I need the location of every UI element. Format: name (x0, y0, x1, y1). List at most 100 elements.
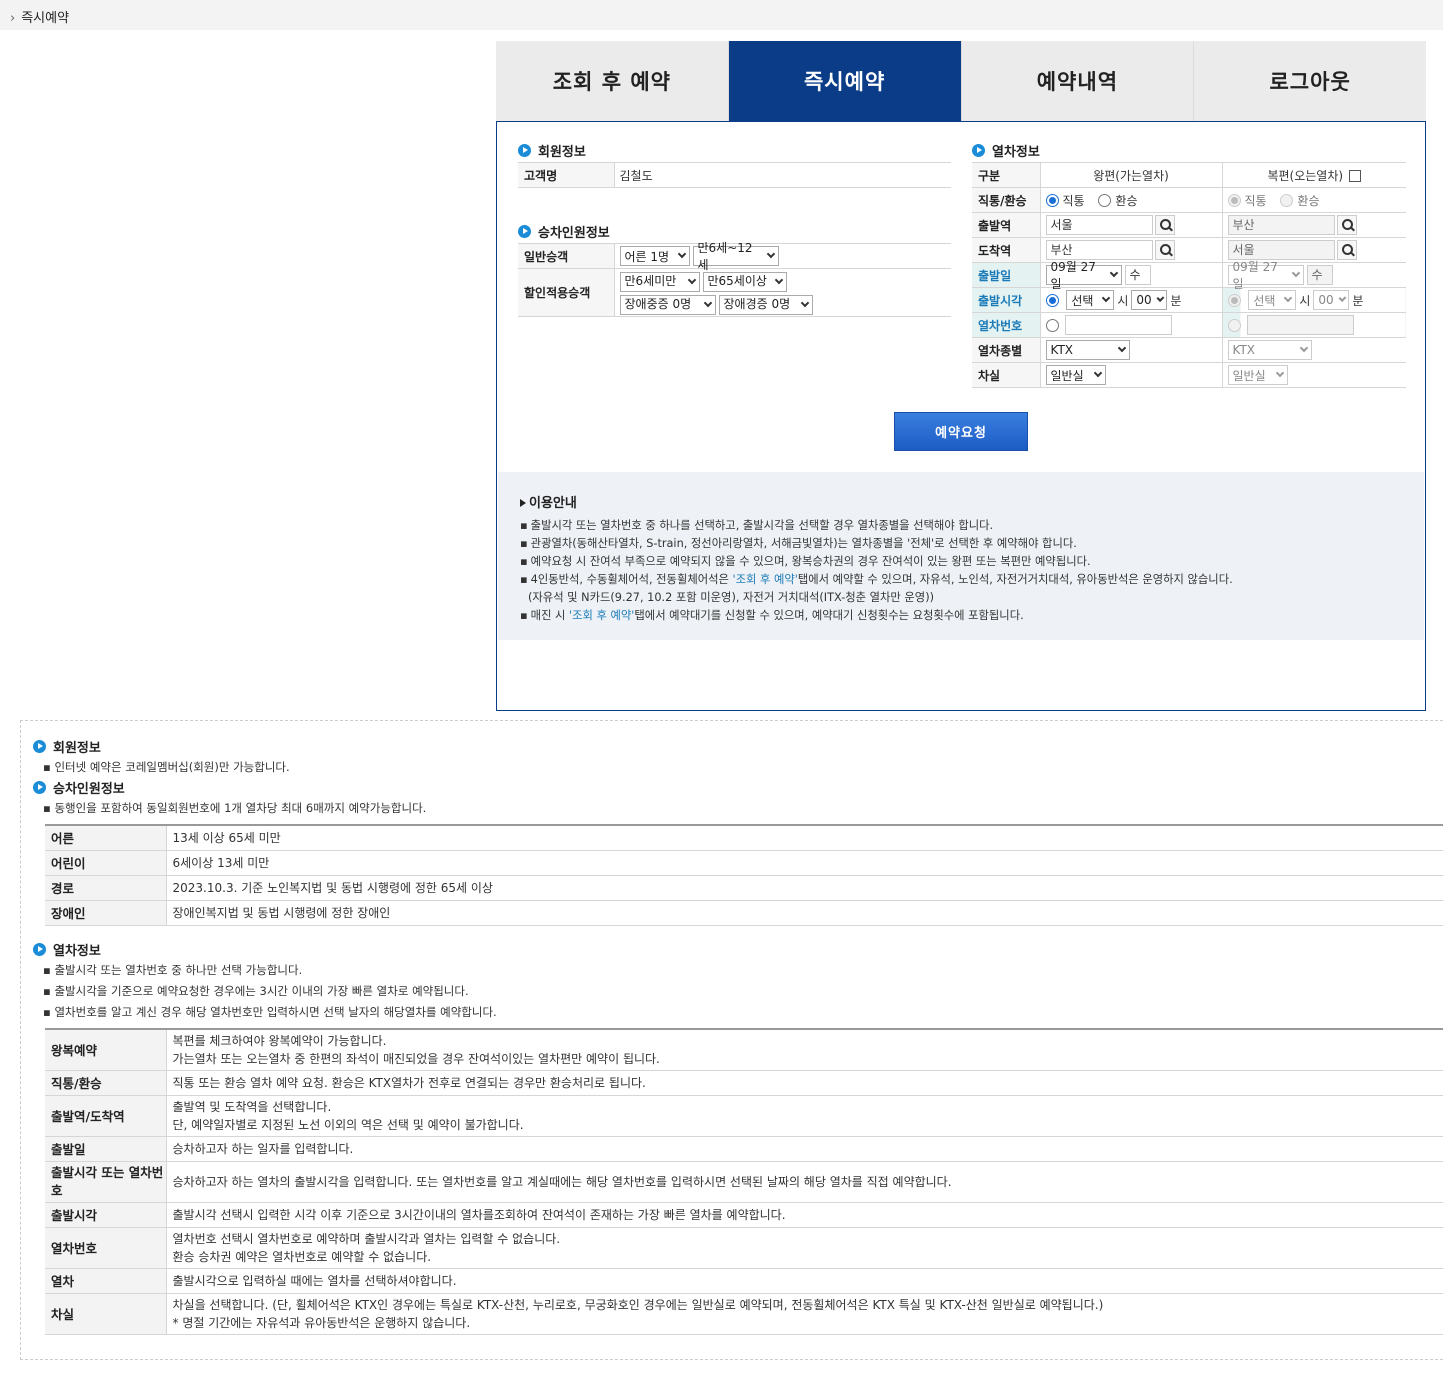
ret-car-class-select[interactable]: 일반실 (1227, 365, 1288, 385)
help-train-title: 열차정보 (33, 940, 101, 959)
member-info-table: 고객명 김철도 (518, 162, 951, 188)
ret-direct-radio[interactable] (1227, 193, 1241, 207)
ret-minute-select[interactable]: 00 (1313, 290, 1350, 310)
out-direct-radio[interactable] (1045, 193, 1059, 207)
chevron-down-icon (1275, 368, 1284, 378)
ret-date-select[interactable]: 09월 27일 (1227, 260, 1304, 291)
direct-transfer-label: 직통/환승 (972, 187, 1041, 213)
col-category-label: 구분 (972, 162, 1041, 188)
train-field-key: 열차번호 (45, 1227, 167, 1269)
out-car-class-select[interactable]: 일반실 (1045, 365, 1106, 385)
chevron-down-icon (1291, 268, 1300, 278)
guide-item: ▪ 관광열차(동해산타열차, S-train, 정선아리랑열차, 서해금빛열차)는… (520, 537, 1077, 550)
train-type-label: 열차종별 (972, 337, 1041, 363)
passenger-type-desc: 2023.10.3. 기준 노인복지법 및 동법 시행령에 정한 65세 이상 (166, 875, 1443, 901)
play-bullet-icon (33, 943, 46, 956)
ret-trainno-input[interactable] (1246, 315, 1354, 335)
out-departure-input[interactable]: 서울 (1045, 215, 1153, 235)
guide-item: ▪ 예약요청 시 잔여석 부족으로 예약되지 않을 수 있으며, 왕복승차권의 경… (520, 555, 1091, 568)
play-bullet-icon (518, 225, 531, 238)
departure-time-label: 출발시각 (972, 287, 1041, 313)
search-reserve-link[interactable]: '조회 후 예약' (569, 609, 634, 622)
col-outbound-label: 왕편(가는열차) (1040, 162, 1223, 188)
out-weekday: 수 (1124, 265, 1151, 285)
search-icon[interactable] (1154, 240, 1175, 260)
passenger-info-title: 승차인원정보 (518, 222, 610, 241)
triangle-right-icon (520, 499, 526, 507)
mild-disabled-count-select[interactable]: 장애경증 0명 (718, 294, 813, 315)
passenger-type-key: 경로 (45, 875, 167, 901)
tab-search-reserve[interactable]: 조회 후 예약 (496, 41, 729, 121)
customer-name-label: 고객명 (518, 162, 615, 188)
chevron-down-icon (766, 249, 775, 259)
train-field-key: 열차 (45, 1268, 167, 1294)
guide-item: ▪ 매진 시 '조회 후 예약'탭에서 예약대기를 신청할 수 있으며, 예약대기… (520, 609, 1024, 622)
general-passenger-label: 일반승객 (518, 243, 615, 269)
out-transfer-radio[interactable] (1098, 193, 1112, 207)
help-passenger-note: ▪ 동행인을 포함하여 동일회원번호에 1개 열차당 최대 6매까지 예약가능합… (43, 801, 427, 815)
train-field-key: 출발시각 (45, 1202, 167, 1228)
out-arrival-input[interactable]: 부산 (1045, 240, 1153, 260)
out-trainno-input[interactable] (1064, 315, 1172, 335)
usage-guide-title: 이용안내 (520, 492, 1424, 511)
reservation-request-button[interactable]: 예약요청 (894, 412, 1028, 451)
out-time-radio[interactable] (1045, 293, 1059, 307)
breadcrumb: › 즉시예약 (10, 7, 69, 26)
search-reserve-link[interactable]: '조회 후 예약' (733, 573, 798, 586)
ret-train-type-select[interactable]: KTX (1227, 340, 1312, 360)
severe-disabled-count-select[interactable]: 장애중증 0명 (619, 294, 716, 315)
out-trainno-radio[interactable] (1045, 318, 1059, 332)
passenger-type-key: 어린이 (45, 850, 167, 876)
chevron-down-icon (1284, 293, 1293, 303)
help-train-note: ▪ 출발시각 또는 열차번호 중 하나만 선택 가능합니다. (43, 963, 303, 977)
instant-reserve-panel: 회원정보 고객명 김철도 승차인원정보 일반승객 어른 1명 만6세~12세 할인… (496, 121, 1426, 711)
search-icon[interactable] (1336, 240, 1357, 260)
help-member-note: ▪ 인터넷 예약은 코레일멤버십(회원)만 가능합니다. (43, 760, 290, 774)
chevron-down-icon (774, 275, 783, 284)
train-field-key: 왕복예약 (45, 1029, 167, 1071)
ret-departure-input[interactable]: 부산 (1227, 215, 1335, 235)
chevron-down-icon (1156, 294, 1164, 302)
reservation-tabs: 조회 후 예약 즉시예약 예약내역 로그아웃 (496, 41, 1426, 121)
train-field-desc: 열차번호 선택시 열차번호로 예약하며 출발시각과 열차는 입력할 수 없습니다… (166, 1227, 1443, 1269)
ret-trainno-radio[interactable] (1227, 318, 1241, 332)
search-icon[interactable] (1336, 215, 1357, 235)
train-field-key: 출발역/도착역 (45, 1095, 167, 1137)
play-bullet-icon (518, 144, 531, 157)
train-field-desc: 승차하고자 하는 열차의 출발시각을 입력합니다. 또는 열차번호를 알고 계실… (166, 1161, 1443, 1203)
help-member-title: 회원정보 (33, 737, 101, 756)
tab-reservation-history[interactable]: 예약내역 (961, 41, 1195, 121)
ret-time-radio[interactable] (1227, 293, 1241, 307)
over65-count-select[interactable]: 만65세이상 (702, 271, 787, 292)
train-field-key: 직통/환승 (45, 1070, 167, 1096)
ret-transfer-radio[interactable] (1280, 193, 1294, 207)
under6-count-select[interactable]: 만6세미만 (619, 271, 700, 292)
adult-count-select[interactable]: 어른 1명 (619, 246, 690, 266)
train-info-title: 열차정보 (972, 141, 1040, 160)
discount-passenger-label: 할인적용승객 (518, 268, 615, 317)
tab-instant-reserve[interactable]: 즉시예약 (728, 41, 962, 121)
customer-name-value: 김철도 (614, 162, 951, 188)
ret-arrival-input[interactable]: 서울 (1227, 240, 1335, 260)
out-train-type-select[interactable]: KTX (1045, 340, 1130, 360)
chevron-down-icon (677, 249, 686, 259)
help-train-note: ▪ 열차번호를 알고 계신 경우 해당 열차번호만 입력하시면 선택 날자의 해… (43, 1005, 497, 1019)
passenger-type-desc: 장애인복지법 및 동법 시행령에 정한 장애인 (166, 900, 1443, 926)
train-number-label: 열차번호 (972, 312, 1041, 338)
car-class-label: 차실 (972, 362, 1041, 388)
chevron-down-icon (1093, 368, 1102, 378)
out-minute-select[interactable]: 00 (1131, 290, 1168, 310)
chevron-right-icon: › (10, 11, 16, 26)
child-count-select[interactable]: 만6세~12세 (692, 241, 779, 272)
out-hour-select[interactable]: 선택 (1066, 290, 1115, 310)
train-field-desc: 차실을 선택합니다. (단, 휠체어석은 KTX인 경우에는 특실로 KTX-산… (166, 1293, 1443, 1335)
guide-item: (자유석 및 N카드(9.27, 10.2 포함 미운영), 자전거 거치대석(… (528, 591, 935, 604)
chevron-down-icon (703, 298, 712, 307)
departure-station-label: 출발역 (972, 212, 1041, 238)
out-date-select[interactable]: 09월 27일 (1045, 260, 1122, 291)
search-icon[interactable] (1154, 215, 1175, 235)
breadcrumb-bar: › 즉시예약 (0, 0, 1443, 30)
tab-logout[interactable]: 로그아웃 (1194, 41, 1426, 121)
return-trip-checkbox[interactable] (1349, 170, 1362, 182)
ret-hour-select[interactable]: 선택 (1248, 290, 1297, 310)
